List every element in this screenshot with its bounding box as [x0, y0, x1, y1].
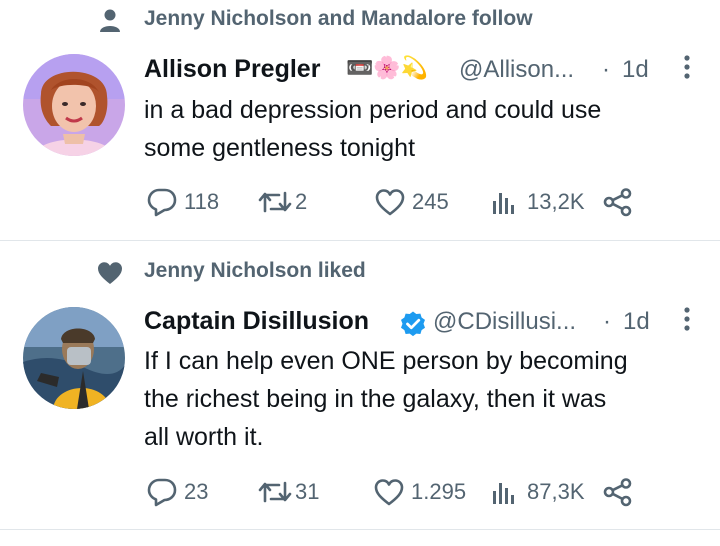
retweet-button[interactable]: 31	[257, 474, 337, 510]
views-count: 13,2K	[527, 189, 585, 214]
reply-button[interactable]: 23	[146, 474, 226, 510]
share-icon	[603, 188, 632, 217]
views-icon	[493, 483, 514, 504]
tweet-allison-pregler[interactable]: Jenny Nicholson and Mandalore follow All…	[0, 0, 720, 240]
retweet-icon	[258, 481, 292, 503]
like-button[interactable]: 245	[374, 184, 464, 220]
tweet-text-line: If I can help even ONE person by becomin…	[144, 347, 628, 375]
share-icon	[603, 478, 632, 507]
social-context: Jenny Nicholson liked	[0, 255, 720, 291]
more-icon[interactable]	[677, 304, 697, 334]
tweet-text-line: all worth it.	[144, 423, 264, 451]
views-button[interactable]: 13,2K	[489, 184, 599, 220]
views-count: 87,3K	[527, 479, 585, 504]
reply-count: 23	[184, 479, 209, 504]
reply-count: 118	[184, 189, 220, 214]
verified-badge-icon	[401, 311, 425, 337]
name-emojis: 📼🌸💫	[346, 55, 429, 80]
share-button[interactable]	[602, 184, 636, 220]
action-bar: 23 31 1.295 87,3K	[144, 474, 704, 510]
tweet-text-line: some gentleness tonight	[144, 134, 416, 162]
heart-icon	[98, 262, 122, 284]
tweet-text-line: the richest being in the galaxy, then it…	[144, 385, 607, 413]
timestamp[interactable]: 1d	[623, 308, 650, 336]
retweet-button[interactable]: 2	[257, 184, 337, 220]
reply-icon	[147, 478, 177, 507]
social-context: Jenny Nicholson and Mandalore follow	[0, 4, 720, 40]
like-count: 1.295	[411, 479, 467, 504]
author-name[interactable]: Captain Disillusion	[144, 307, 369, 336]
tweet-header: Captain Disillusion @CDisillusi... · 1d	[144, 307, 704, 341]
tweet-captain-disillusion[interactable]: Jenny Nicholson liked Captain Disillusio…	[0, 241, 720, 528]
action-bar: 118 2 245 13,2K	[144, 184, 704, 220]
divider	[0, 529, 720, 530]
retweet-count: 2	[295, 189, 308, 214]
timestamp[interactable]: 1d	[622, 56, 649, 84]
like-icon	[375, 189, 405, 216]
tweet-text-line: in a bad depression period and could use	[144, 96, 602, 124]
tweet-text: in a bad depression period and could use…	[144, 91, 704, 167]
like-icon	[374, 479, 404, 506]
retweet-icon	[258, 191, 292, 213]
author-handle[interactable]: @CDisillusi...	[433, 308, 576, 336]
author-name[interactable]: Allison Pregler	[144, 55, 320, 84]
share-button[interactable]	[602, 474, 636, 510]
more-icon[interactable]	[677, 52, 697, 82]
avatar[interactable]	[23, 307, 125, 409]
social-context-text[interactable]: Jenny Nicholson liked	[144, 259, 366, 283]
like-button[interactable]: 1.295	[373, 474, 473, 510]
reply-button[interactable]: 118	[146, 184, 236, 220]
tweet-header: Allison Pregler 📼🌸💫 @Allison... · 1d	[144, 55, 704, 89]
author-handle[interactable]: @Allison...	[459, 56, 574, 84]
retweet-count: 31	[295, 479, 320, 504]
tweet-text: If I can help even ONE person by becomin…	[144, 342, 704, 456]
like-count: 245	[412, 189, 449, 214]
views-button[interactable]: 87,3K	[489, 474, 599, 510]
avatar[interactable]	[23, 54, 125, 156]
separator-dot: ·	[603, 308, 611, 335]
person-icon	[100, 9, 120, 32]
reply-icon	[147, 188, 177, 217]
separator-dot: ·	[602, 56, 610, 83]
social-context-text[interactable]: Jenny Nicholson and Mandalore follow	[144, 7, 533, 31]
views-icon	[493, 193, 514, 214]
